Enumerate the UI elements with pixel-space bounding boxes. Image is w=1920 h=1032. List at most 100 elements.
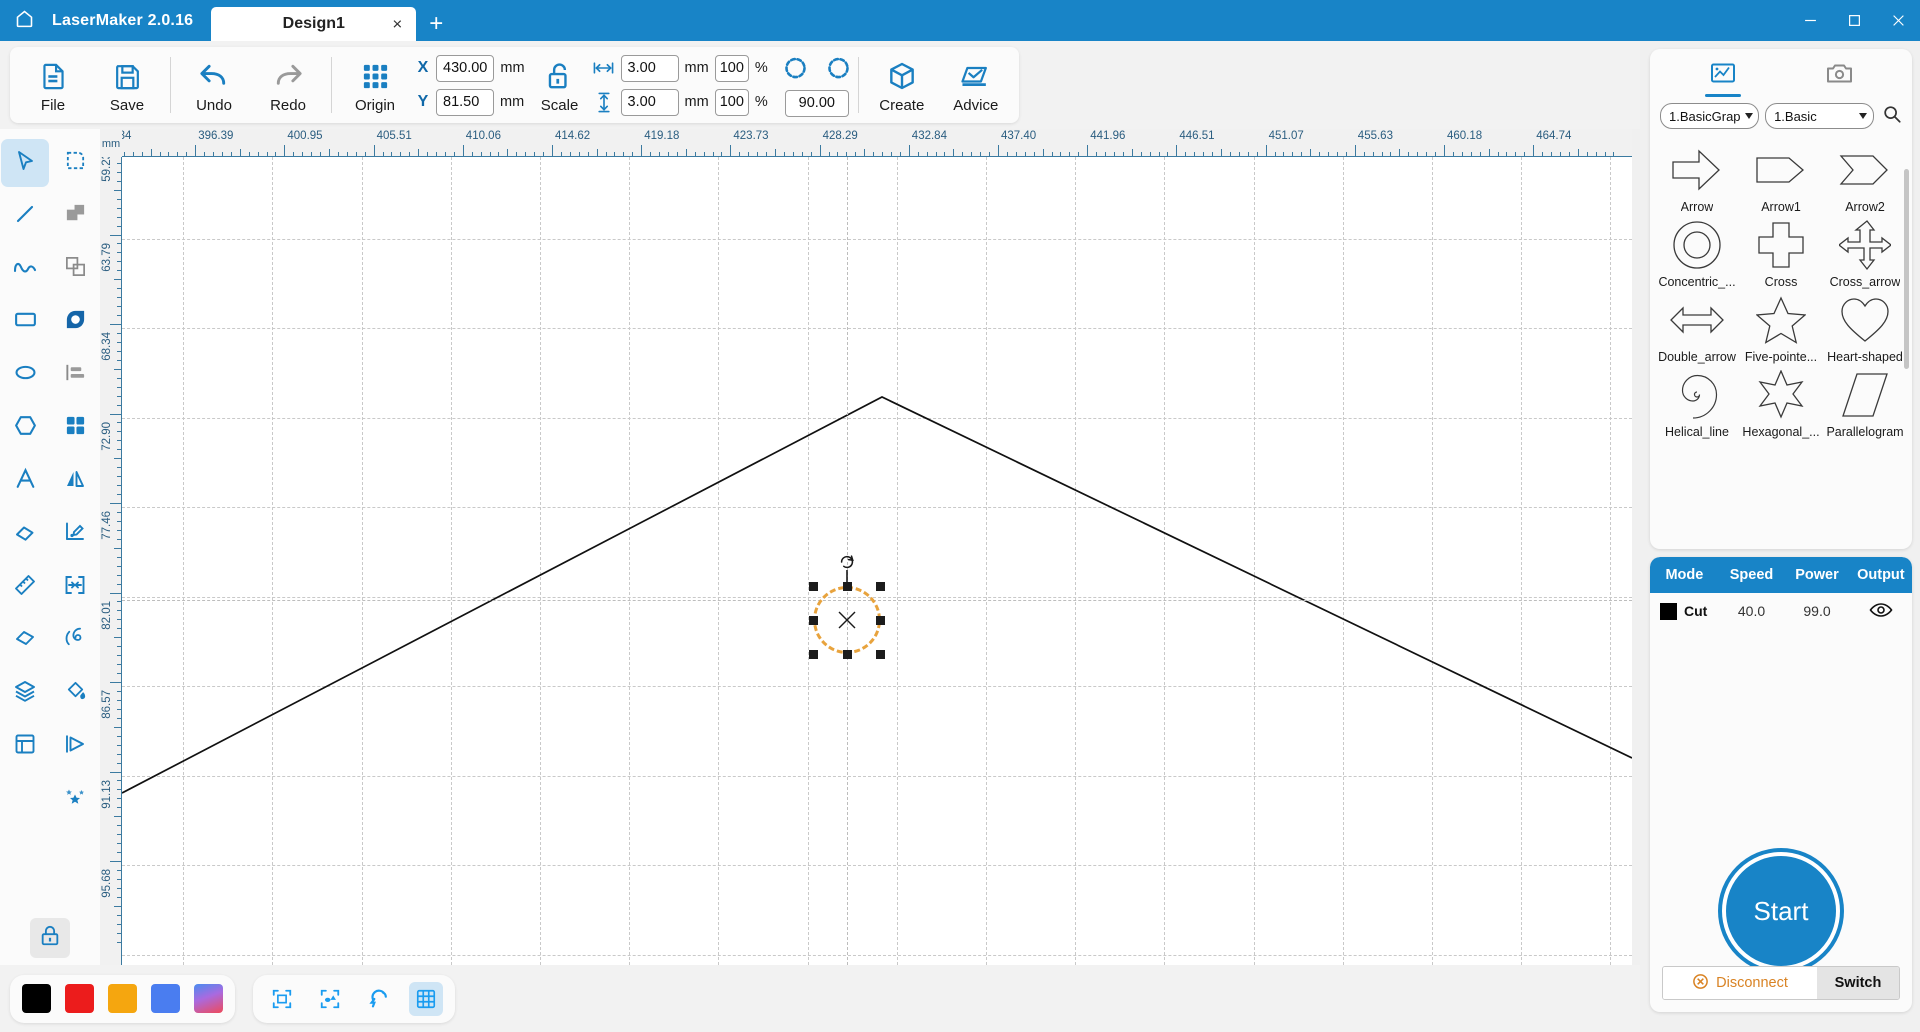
close-icon[interactable]: ×	[392, 16, 402, 33]
x-position-input[interactable]: 430.00	[436, 54, 495, 82]
offset-tool[interactable]	[1, 616, 49, 664]
height-percent-input[interactable]: 100	[714, 88, 749, 116]
selection-widget[interactable]	[781, 553, 914, 659]
vertical-ruler[interactable]: 59.23 63.79 68.34 72.90 77.46 82.01 86.57 91.13…	[100, 157, 122, 982]
file-button[interactable]: File	[16, 49, 90, 121]
disconnect-button[interactable]: Disconnect	[1663, 967, 1817, 999]
shape-item[interactable]: Cross	[1740, 216, 1822, 289]
camera-tab[interactable]	[1821, 62, 1857, 97]
shape-item[interactable]: Parallelogram	[1824, 366, 1906, 439]
maximize-button[interactable]	[1832, 0, 1876, 41]
category-select[interactable]: 1.BasicGrap	[1660, 103, 1760, 129]
lock-canvas-button[interactable]	[30, 918, 70, 958]
rotation-angle-input[interactable]: 90.00	[784, 89, 849, 117]
text-tool[interactable]	[1, 457, 49, 505]
color-swatch[interactable]	[65, 984, 94, 1013]
advice-button[interactable]: Advice	[939, 49, 1013, 121]
resize-handle-n[interactable]	[843, 582, 852, 591]
height-input[interactable]: 3.00	[620, 88, 679, 116]
resize-handle-e[interactable]	[876, 616, 885, 625]
origin-button[interactable]: Origin	[338, 49, 412, 121]
rotate-right-button[interactable]	[825, 54, 852, 86]
layer-speed-value[interactable]: 40.0	[1719, 603, 1785, 619]
shape-item[interactable]: Double_arrow	[1656, 291, 1738, 364]
node-edit-tool[interactable]	[51, 139, 99, 187]
minimize-button[interactable]	[1788, 0, 1832, 41]
array-tool[interactable]	[51, 404, 99, 452]
resize-handle-w[interactable]	[809, 616, 818, 625]
magnet-snap-button[interactable]	[361, 982, 395, 1016]
save-button[interactable]: Save	[90, 49, 164, 121]
document-tab-design1[interactable]: Design1 ×	[211, 7, 417, 41]
ruler-tool[interactable]	[1, 563, 49, 611]
grid-toggle-button[interactable]	[409, 981, 443, 1016]
fit-objects-button[interactable]	[313, 982, 347, 1016]
design-canvas[interactable]	[122, 157, 1632, 965]
close-gap-tool[interactable]	[51, 563, 99, 611]
shape-item[interactable]: Arrow2	[1824, 141, 1906, 214]
ellipse-tool[interactable]	[1, 351, 49, 399]
color-swatch[interactable]	[194, 984, 223, 1013]
shape-item[interactable]: Concentric_...	[1656, 216, 1738, 289]
eraser-tool[interactable]	[1, 510, 49, 558]
redo-button[interactable]: Redo	[251, 49, 325, 121]
sparkle-tool[interactable]	[1, 775, 49, 823]
resize-handle-s[interactable]	[843, 650, 852, 659]
search-icon[interactable]	[1882, 104, 1902, 129]
shape-item[interactable]: Arrow1	[1740, 141, 1822, 214]
polygon-tool[interactable]	[1, 404, 49, 452]
spiral-tool[interactable]	[51, 616, 99, 664]
shape-item[interactable]: Helical_line	[1656, 366, 1738, 439]
layers-tool[interactable]	[1, 669, 49, 717]
layer-mode-cell[interactable]: Cut	[1650, 602, 1719, 620]
shape-item[interactable]: Arrow	[1656, 141, 1738, 214]
shape-list-scrollbar[interactable]	[1904, 169, 1909, 369]
resize-handle-ne[interactable]	[876, 582, 885, 591]
subtract-tool[interactable]	[51, 245, 99, 293]
curve-tool[interactable]	[1, 245, 49, 293]
new-tab-button[interactable]: +	[416, 7, 456, 41]
undo-button[interactable]: Undo	[177, 49, 251, 121]
layer-color-swatch[interactable]	[1660, 602, 1677, 620]
switch-button[interactable]: Switch	[1817, 967, 1899, 999]
align-tool[interactable]	[51, 351, 99, 399]
subcategory-select[interactable]: 1.Basic	[1765, 103, 1874, 129]
select-tool[interactable]	[1, 139, 49, 187]
fit-selection-button[interactable]	[265, 982, 299, 1016]
layer-output-toggle[interactable]	[1850, 602, 1912, 621]
measure-angle-tool[interactable]	[51, 510, 99, 558]
rotate-left-button[interactable]	[782, 54, 809, 86]
resize-handle-nw[interactable]	[809, 582, 818, 591]
line-tool[interactable]	[1, 192, 49, 240]
shape-item[interactable]: Hexagonal_...	[1740, 366, 1822, 439]
rotate-handle-icon[interactable]	[838, 553, 856, 571]
window-close-button[interactable]	[1876, 0, 1920, 41]
layer-power-value[interactable]: 99.0	[1784, 603, 1850, 619]
path-direction-tool[interactable]	[51, 722, 99, 770]
mirror-tool[interactable]	[51, 457, 99, 505]
scale-lock-button[interactable]: Scale	[529, 49, 591, 121]
y-position-input[interactable]: 81.50	[436, 88, 494, 116]
start-button[interactable]: Start	[1722, 852, 1840, 970]
width-input[interactable]: 3.00	[620, 54, 679, 82]
intersect-tool[interactable]	[51, 298, 99, 346]
shape-item[interactable]: Five-pointe...	[1740, 291, 1822, 364]
rectangle-tool[interactable]	[1, 298, 49, 346]
home-button[interactable]	[0, 0, 48, 41]
color-swatch[interactable]	[22, 984, 51, 1013]
table-tool[interactable]	[1, 722, 49, 770]
shape-item[interactable]: Cross_arrow	[1824, 216, 1906, 289]
library-tab[interactable]	[1705, 62, 1741, 97]
width-percent-input[interactable]: 100	[714, 54, 749, 82]
resize-handle-se[interactable]	[876, 650, 885, 659]
shape-item[interactable]: Heart-shaped	[1824, 291, 1906, 364]
create-button[interactable]: Create	[865, 49, 939, 121]
horizontal-ruler[interactable]: 1.84396.39400.95405.51410.06414.62419.18…	[100, 129, 1632, 157]
union-tool[interactable]	[51, 192, 99, 240]
color-swatch[interactable]	[151, 984, 180, 1013]
fill-tool[interactable]	[51, 669, 99, 717]
color-swatch[interactable]	[108, 984, 137, 1013]
table-row[interactable]: Cut 40.0 99.0	[1650, 593, 1912, 629]
resize-handle-sw[interactable]	[809, 650, 818, 659]
sparkle-tool-2[interactable]	[51, 775, 99, 823]
